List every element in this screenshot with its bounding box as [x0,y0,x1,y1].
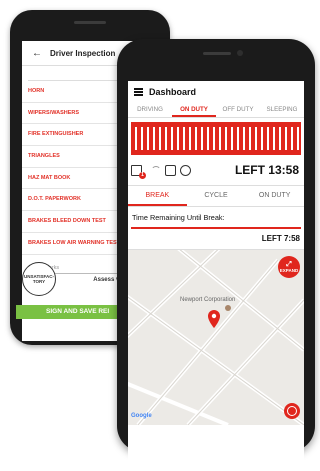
tab-on-duty[interactable]: ON DUTY [172,103,216,117]
timer-tabs: BREAK CYCLE ON DUTY [128,186,304,207]
page-title: Dashboard [149,87,197,97]
hours-graph [131,122,301,155]
clock-icon[interactable] [180,164,191,176]
mail-badge: 1 [139,171,146,179]
locate-button[interactable] [284,403,300,419]
map-view[interactable]: Newport Corporation ⤢ EXPAND Google [128,250,304,425]
back-arrow-icon[interactable]: ← [32,48,42,59]
speaker-grille [74,21,106,24]
poi-marker [225,305,231,311]
document-icon[interactable] [165,164,176,176]
page-title: Driver Inspection [50,48,116,58]
tab-sleeping[interactable]: SLEEPING [260,103,304,117]
front-phone: Dashboard DRIVING ON DUTY OFF DUTY SLEEP… [117,39,315,471]
status-row: 1 LEFT 13:58 [128,155,304,186]
app-bar: Dashboard [128,81,304,103]
time-left: LEFT 13:58 [234,163,299,177]
camera-icon [237,50,243,56]
tab-on-duty-timer[interactable]: ON DUTY [245,186,304,206]
expand-button[interactable]: ⤢ EXPAND [278,256,300,278]
break-time-left: LEFT 7:58 [128,229,304,250]
google-logo: Google [131,413,152,419]
location-pin [208,310,220,328]
dashboard-screen: Dashboard DRIVING ON DUTY OFF DUTY SLEEP… [128,81,304,471]
tab-cycle[interactable]: CYCLE [187,186,246,206]
tab-driving[interactable]: DRIVING [128,103,172,117]
tab-break[interactable]: BREAK [128,186,187,206]
speaker-grille [203,52,231,55]
expand-label: EXPAND [279,267,299,273]
menu-icon[interactable] [134,87,143,97]
map-streets [128,250,304,425]
remaining-label: Time Remaining Until Break: [132,213,225,222]
unsatisfactory-stamp[interactable]: UNSATISFAC-TORY [22,262,56,296]
mail-icon[interactable]: 1 [131,164,146,179]
duty-status-tabs: DRIVING ON DUTY OFF DUTY SLEEPING [128,103,304,118]
poi-label: Newport Corporation [180,297,236,303]
tab-off-duty[interactable]: OFF DUTY [216,103,260,117]
wifi-icon [150,165,161,176]
